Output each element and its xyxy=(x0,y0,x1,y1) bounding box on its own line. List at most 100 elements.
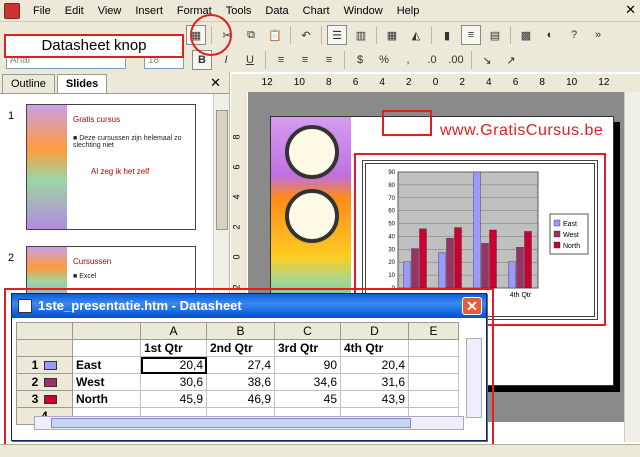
fill-color-icon[interactable]: ◐ xyxy=(540,25,560,45)
paste-icon[interactable]: 📋 xyxy=(265,25,285,45)
corner-cell[interactable] xyxy=(16,322,73,340)
cell[interactable]: 27,4 xyxy=(206,356,275,374)
underline-button[interactable]: U xyxy=(240,50,260,70)
cell[interactable]: 46,9 xyxy=(206,390,275,408)
cell[interactable]: 34,6 xyxy=(274,373,341,391)
cell[interactable]: North xyxy=(72,390,141,408)
drawing-icon[interactable]: ▩ xyxy=(516,25,536,45)
menu-data[interactable]: Data xyxy=(258,1,295,21)
chart-type-icon[interactable]: ◭ xyxy=(406,25,426,45)
cell[interactable] xyxy=(408,339,459,357)
cell[interactable]: West xyxy=(72,373,141,391)
decrease-decimal-icon[interactable]: .00 xyxy=(446,50,466,70)
close-document-icon[interactable]: ✕ xyxy=(625,2,636,18)
row-header[interactable]: 2 xyxy=(16,373,73,391)
cell[interactable]: 4th Qtr xyxy=(340,339,409,357)
bar xyxy=(516,247,524,289)
help-icon[interactable]: ? xyxy=(564,25,584,45)
align-center-icon[interactable]: ≡ xyxy=(295,50,315,70)
slide-thumbnail-1[interactable]: Gratis cursus ■ Deze cursussen zijn hele… xyxy=(26,104,196,230)
bar xyxy=(446,238,454,289)
angle-counterclockwise-icon[interactable]: ↗ xyxy=(501,50,521,70)
slide-number: 1 xyxy=(8,110,15,122)
cell[interactable]: 43,9 xyxy=(340,390,409,408)
percent-icon[interactable]: % xyxy=(374,50,394,70)
by-row-icon[interactable]: ☰ xyxy=(327,25,347,45)
brand-text: www.GratisCursus.be xyxy=(440,122,604,139)
canvas-scrollbar[interactable] xyxy=(624,92,640,442)
value-axis-gridlines-icon[interactable]: ≡ xyxy=(461,25,481,45)
datasheet-horizontal-scrollbar[interactable] xyxy=(34,416,464,430)
column-header-d[interactable]: D xyxy=(340,322,409,340)
cell[interactable]: 38,6 xyxy=(206,373,275,391)
datasheet-vertical-scrollbar[interactable] xyxy=(466,338,482,418)
cell[interactable]: 90 xyxy=(274,356,341,374)
ruler-tick-label: 6 xyxy=(231,164,242,170)
menu-help[interactable]: Help xyxy=(390,1,427,21)
column-header-b[interactable]: B xyxy=(206,322,275,340)
angle-clockwise-icon[interactable]: ↘ xyxy=(477,50,497,70)
row-header[interactable]: 3 xyxy=(16,390,73,408)
tab-slides[interactable]: Slides xyxy=(56,74,108,93)
cell[interactable]: East xyxy=(72,356,141,374)
scroll-thumb[interactable] xyxy=(216,110,228,230)
brand-highlight xyxy=(382,110,432,136)
cell[interactable]: 45 xyxy=(274,390,341,408)
currency-icon[interactable]: $ xyxy=(350,50,370,70)
bar xyxy=(403,261,411,289)
bar xyxy=(438,252,446,289)
increase-decimal-icon[interactable]: .0 xyxy=(422,50,442,70)
cell[interactable]: 20,4 xyxy=(340,356,409,374)
column-header-e[interactable]: E xyxy=(408,322,459,340)
undo-icon[interactable]: ↶ xyxy=(296,25,316,45)
thumbnail-extra: Al zeg ik het zelf xyxy=(91,167,150,176)
toolbar-options-icon[interactable]: » xyxy=(588,25,608,45)
cell[interactable]: 2nd Qtr xyxy=(206,339,275,357)
cell[interactable] xyxy=(408,390,459,408)
menu-chart[interactable]: Chart xyxy=(296,1,337,21)
panel-tabs: Outline Slides xyxy=(0,72,229,94)
status-bar xyxy=(0,444,640,457)
clock-icon xyxy=(285,125,339,179)
cell[interactable]: 3rd Qtr xyxy=(274,339,341,357)
menu-edit[interactable]: Edit xyxy=(58,1,91,21)
column-header-a[interactable]: A xyxy=(140,322,207,340)
data-table-icon[interactable]: ▦ xyxy=(382,25,402,45)
cell[interactable] xyxy=(408,356,459,374)
close-panel-icon[interactable]: ✕ xyxy=(210,75,221,91)
cell[interactable]: 31,6 xyxy=(340,373,409,391)
align-left-icon[interactable]: ≡ xyxy=(271,50,291,70)
cell[interactable]: 1st Qtr xyxy=(140,339,207,357)
ruler-tick-label: 12 xyxy=(598,77,610,88)
cell[interactable]: 30,6 xyxy=(140,373,207,391)
column-header-c[interactable]: C xyxy=(274,322,341,340)
thumbnail-body: ■ Excel xyxy=(73,273,97,280)
y-tick-label: 40 xyxy=(388,234,395,240)
datasheet-titlebar[interactable]: 1ste_presentatie.htm - Datasheet ✕ xyxy=(12,294,486,318)
cell[interactable] xyxy=(408,373,459,391)
comma-icon[interactable]: , xyxy=(398,50,418,70)
menu-view[interactable]: View xyxy=(91,1,129,21)
menu-tools[interactable]: Tools xyxy=(219,1,259,21)
by-column-icon[interactable]: ▥ xyxy=(351,25,371,45)
ruler-tick-label: 8 xyxy=(326,77,332,88)
cell[interactable]: 45,9 xyxy=(140,390,207,408)
tab-outline[interactable]: Outline xyxy=(2,74,55,93)
copy-icon[interactable]: ⧉ xyxy=(241,25,261,45)
legend-icon[interactable]: ▤ xyxy=(485,25,505,45)
cell[interactable]: 20,4 xyxy=(140,356,207,374)
row-header[interactable] xyxy=(16,339,73,357)
menu-window[interactable]: Window xyxy=(337,1,390,21)
scroll-thumb[interactable] xyxy=(51,418,411,428)
menu-file[interactable]: File xyxy=(26,1,58,21)
cell[interactable] xyxy=(72,339,141,357)
horizontal-ruler: 12 10 8 6 4 2 0 2 4 6 8 10 12 xyxy=(231,74,640,92)
ruler-tick-label: 6 xyxy=(512,77,519,88)
row-header[interactable]: 1 xyxy=(16,356,73,374)
category-axis-gridlines-icon[interactable]: ▮ xyxy=(437,25,457,45)
close-icon[interactable]: ✕ xyxy=(462,297,482,315)
thumbnail-bullet: Excel xyxy=(79,273,97,280)
menu-insert[interactable]: Insert xyxy=(128,1,170,21)
legend-swatch xyxy=(553,219,561,227)
align-right-icon[interactable]: ≡ xyxy=(319,50,339,70)
